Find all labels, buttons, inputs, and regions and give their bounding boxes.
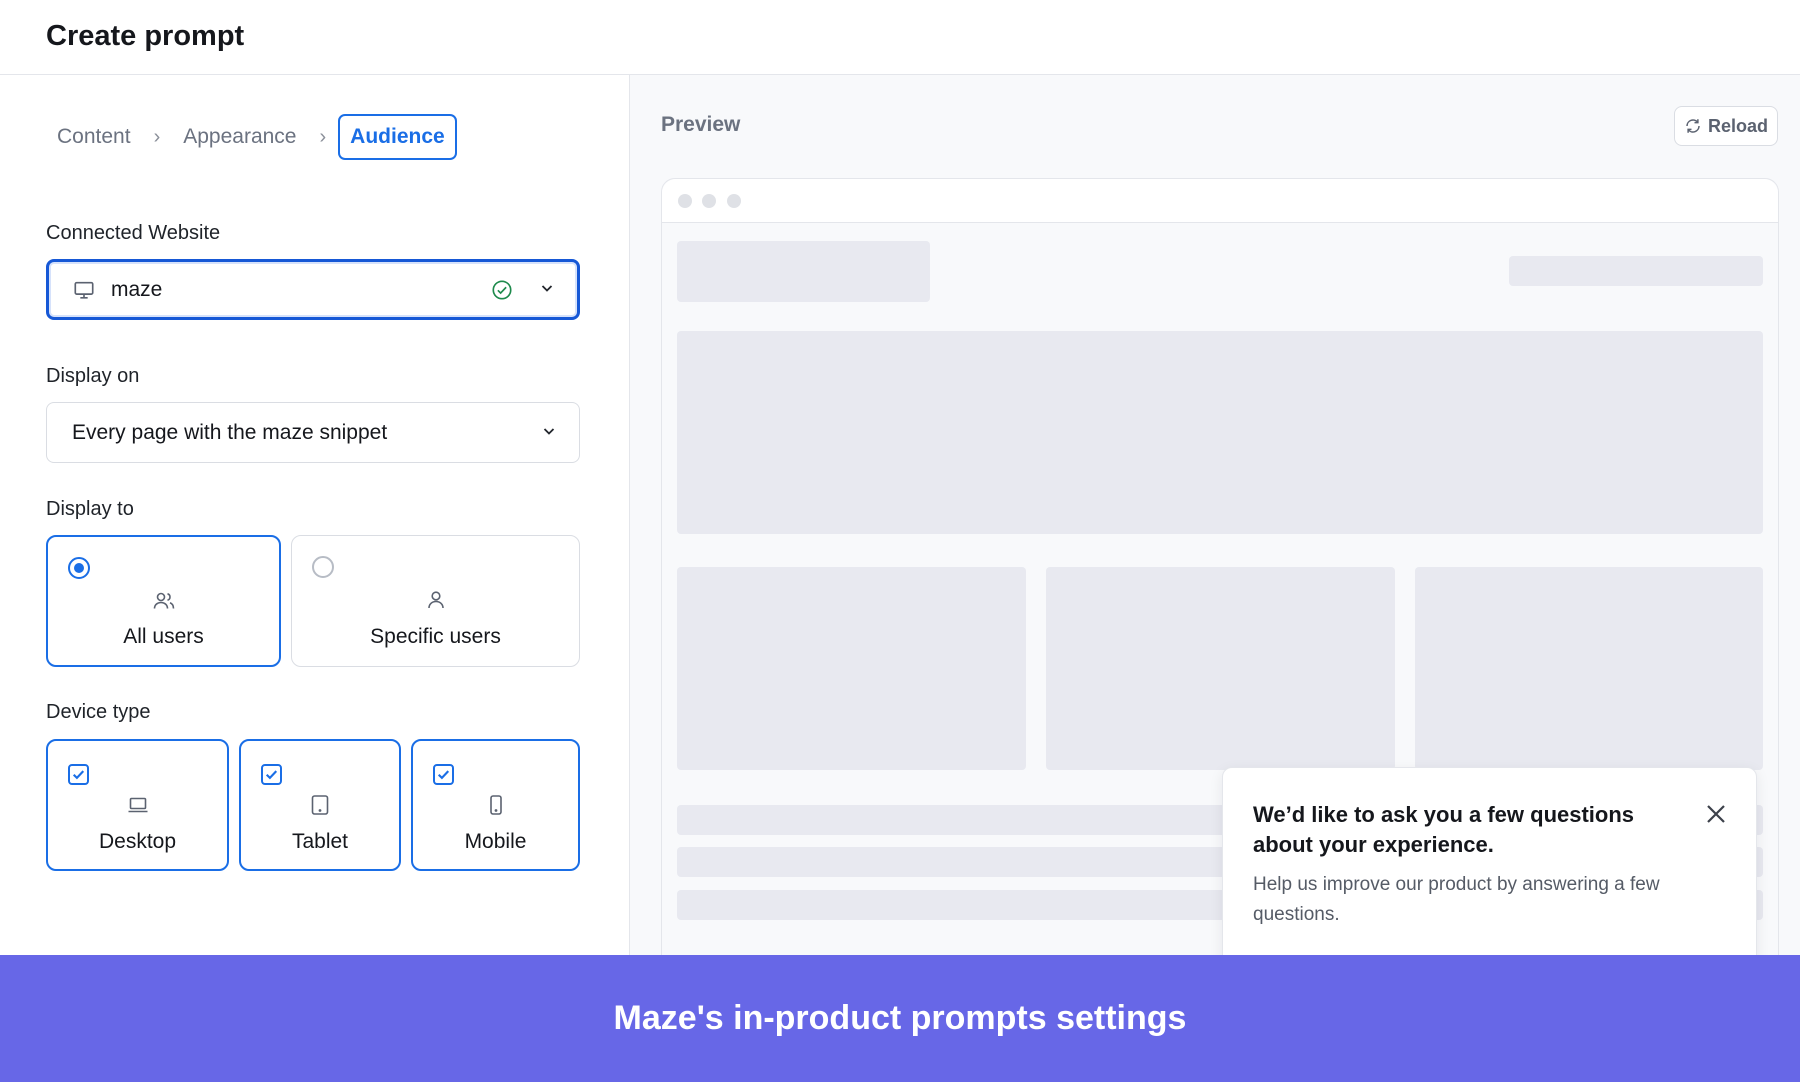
window-dot bbox=[702, 194, 716, 208]
skeleton-hero bbox=[677, 331, 1763, 534]
specific-users-label: Specific users bbox=[370, 625, 501, 648]
close-icon[interactable] bbox=[1704, 802, 1728, 826]
user-icon bbox=[427, 591, 444, 609]
display-on-value: Every page with the maze snippet bbox=[72, 421, 388, 444]
mobile-checkbox[interactable] bbox=[433, 764, 454, 785]
settings-panel: Content › Appearance › Audience Connecte… bbox=[0, 75, 630, 955]
header: Create prompt bbox=[0, 0, 1800, 75]
display-to-all-users-option[interactable]: All users bbox=[46, 535, 281, 667]
refresh-icon bbox=[1686, 119, 1700, 133]
browser-titlebar bbox=[662, 179, 1778, 223]
all-users-radio[interactable] bbox=[68, 557, 90, 579]
monitor-icon bbox=[74, 281, 94, 299]
checkmark-icon bbox=[437, 770, 450, 780]
users-icon bbox=[153, 592, 174, 609]
window-dot bbox=[727, 194, 741, 208]
page-title: Create prompt bbox=[46, 20, 245, 52]
device-tablet-option[interactable]: Tablet bbox=[239, 739, 401, 871]
popup-body: Help us improve our product by answering… bbox=[1253, 874, 1660, 925]
reload-label: Reload bbox=[1707, 115, 1768, 136]
laptop-icon bbox=[128, 797, 147, 813]
chevron-down-icon bbox=[543, 428, 555, 435]
chevron-down-icon bbox=[541, 285, 553, 292]
specific-users-radio[interactable] bbox=[312, 556, 334, 578]
skeleton-nav bbox=[1509, 256, 1763, 286]
connected-website-value: maze bbox=[111, 278, 163, 301]
connected-website-label: Connected Website bbox=[46, 222, 221, 244]
display-to-label: Display to bbox=[46, 498, 134, 520]
desktop-checkbox[interactable] bbox=[68, 764, 89, 785]
skeleton-card bbox=[1046, 567, 1395, 770]
step-appearance[interactable]: Appearance bbox=[172, 116, 307, 158]
skeleton-card bbox=[677, 567, 1026, 770]
checkmark-icon bbox=[265, 770, 278, 780]
display-on-label: Display on bbox=[46, 365, 140, 387]
desktop-label: Desktop bbox=[98, 830, 177, 853]
all-users-label: All users bbox=[123, 625, 204, 648]
tablet-icon bbox=[311, 795, 329, 815]
preview-title: Preview bbox=[661, 113, 741, 136]
checkmark-icon bbox=[72, 770, 85, 780]
step-breadcrumb: Content › Appearance › Audience bbox=[46, 114, 457, 160]
reload-button[interactable]: Reload bbox=[1674, 106, 1778, 146]
tablet-label: Tablet bbox=[291, 830, 349, 853]
caption-text: Maze's in-product prompts settings bbox=[613, 999, 1187, 1037]
device-mobile-option[interactable]: Mobile bbox=[411, 739, 580, 871]
step-content[interactable]: Content bbox=[46, 116, 142, 158]
caption-banner: Maze's in-product prompts settings bbox=[0, 955, 1800, 1082]
mobile-label: Mobile bbox=[464, 830, 527, 853]
device-type-label: Device type bbox=[46, 701, 151, 723]
preview-panel: Preview Reload We’d like to ask you a fe… bbox=[630, 75, 1800, 955]
skeleton-logo bbox=[677, 241, 930, 302]
device-desktop-option[interactable]: Desktop bbox=[46, 739, 229, 871]
display-on-select[interactable]: Every page with the maze snippet bbox=[46, 402, 580, 463]
step-audience[interactable]: Audience bbox=[338, 114, 457, 160]
connected-website-select[interactable]: maze bbox=[46, 259, 580, 320]
tablet-checkbox[interactable] bbox=[261, 764, 282, 785]
popup-title: We’d like to ask you a few questions abo… bbox=[1253, 802, 1635, 857]
display-to-specific-users-option[interactable]: Specific users bbox=[291, 535, 580, 667]
check-circle-icon bbox=[492, 280, 512, 300]
skeleton-card bbox=[1415, 567, 1763, 770]
chevron-right-icon: › bbox=[319, 126, 327, 148]
chevron-right-icon: › bbox=[153, 126, 161, 148]
window-dot bbox=[678, 194, 692, 208]
mobile-icon bbox=[489, 795, 502, 815]
prompt-popup: We’d like to ask you a few questions abo… bbox=[1222, 767, 1757, 955]
